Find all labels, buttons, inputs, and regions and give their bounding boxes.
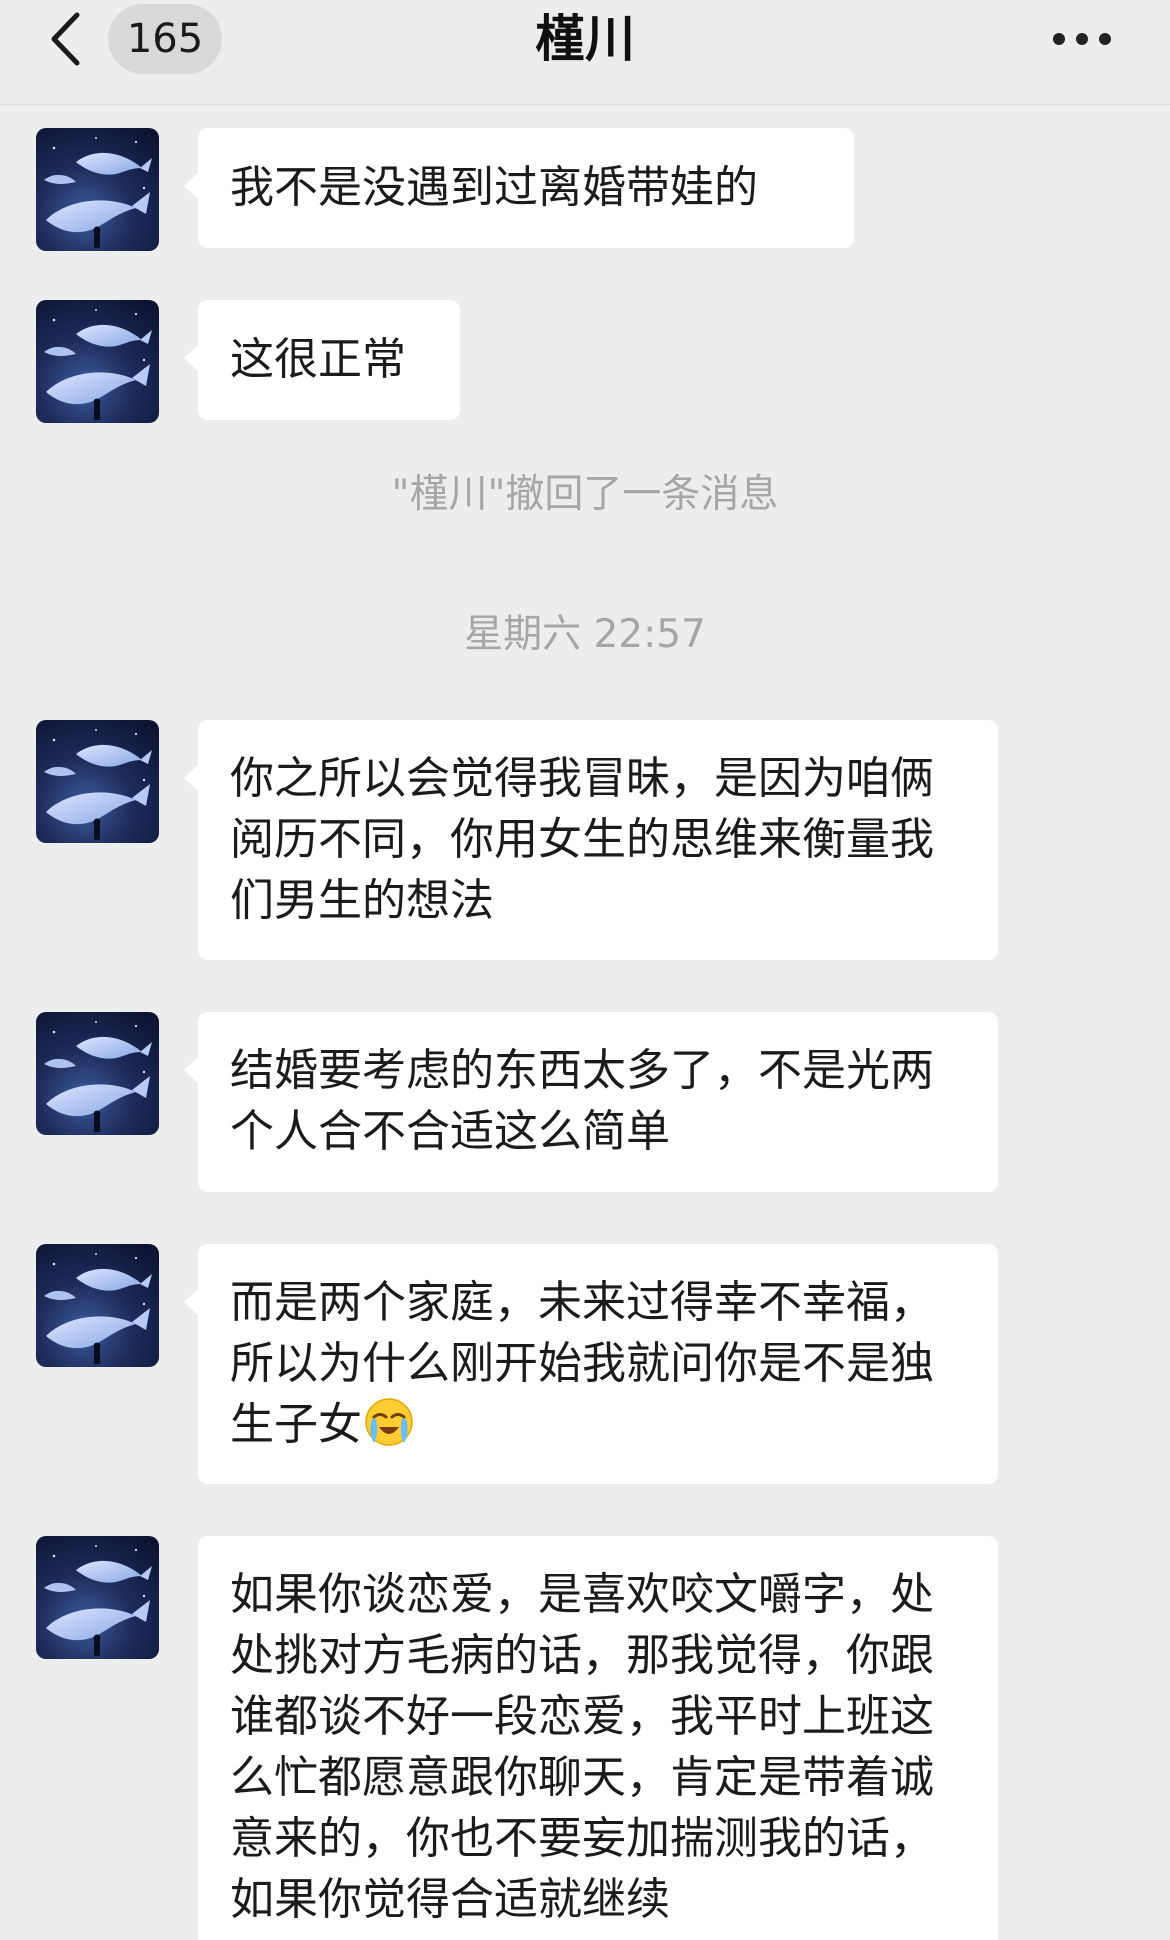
message-bubble[interactable]: 如果你谈恋爱，是喜欢咬文嚼字，处处挑对方毛病的话，那我觉得，你跟谁都谈不好一段恋… bbox=[198, 1536, 998, 1940]
message-bubble[interactable]: 你之所以会觉得我冒昧，是因为咱俩阅历不同，你用女生的思维来衡量我们男生的想法 bbox=[184, 720, 998, 960]
more-options-button[interactable] bbox=[1034, 6, 1130, 72]
contact-avatar[interactable] bbox=[36, 1536, 159, 1659]
chat-title: 槿川 bbox=[535, 10, 635, 68]
back-button[interactable] bbox=[40, 6, 90, 72]
message-bubble[interactable]: 结婚要考虑的东西太多了，不是光两个人合不合适这么简单 bbox=[184, 1012, 998, 1192]
message-text: 而是两个家庭，未来过得幸不幸福，所以为什么刚开始我就问你是不是独生子女 bbox=[230, 1277, 934, 1450]
chevron-left-icon bbox=[51, 12, 80, 66]
timestamp: 星期六 22:57 bbox=[464, 612, 706, 657]
contact-avatar[interactable] bbox=[36, 720, 159, 843]
message-text: 如果你谈恋爱，是喜欢咬文嚼字，处处挑对方毛病的话，那我觉得，你跟谁都谈不好一段恋… bbox=[230, 1569, 934, 1925]
contact-avatar[interactable] bbox=[36, 1012, 159, 1135]
message-bubble[interactable]: 而是两个家庭，未来过得幸不幸福，所以为什么刚开始我就问你是不是独生子女 bbox=[184, 1244, 998, 1484]
more-dots-icon bbox=[1053, 33, 1065, 45]
contact-avatar[interactable] bbox=[36, 300, 159, 423]
message-text: 我不是没遇到过离婚带娃的 bbox=[230, 162, 758, 213]
message-bubble[interactable]: 这很正常 bbox=[184, 300, 460, 420]
message-text: 你之所以会觉得我冒昧，是因为咱俩阅历不同，你用女生的思维来衡量我们男生的想法 bbox=[230, 753, 934, 926]
recall-notice: "槿川"撤回了一条消息 bbox=[391, 472, 779, 517]
unread-count-badge[interactable]: 165 bbox=[108, 4, 222, 74]
contact-avatar[interactable] bbox=[36, 128, 159, 251]
contact-avatar[interactable] bbox=[36, 1244, 159, 1367]
message-text: 这很正常 bbox=[230, 334, 406, 385]
message-bubble[interactable]: 我不是没遇到过离婚带娃的 bbox=[184, 128, 854, 248]
message-text: 结婚要考虑的东西太多了，不是光两个人合不合适这么简单 bbox=[230, 1045, 934, 1157]
loudly-crying-face-icon bbox=[364, 1397, 414, 1447]
chat-header: 165 槿川 bbox=[0, 0, 1170, 105]
